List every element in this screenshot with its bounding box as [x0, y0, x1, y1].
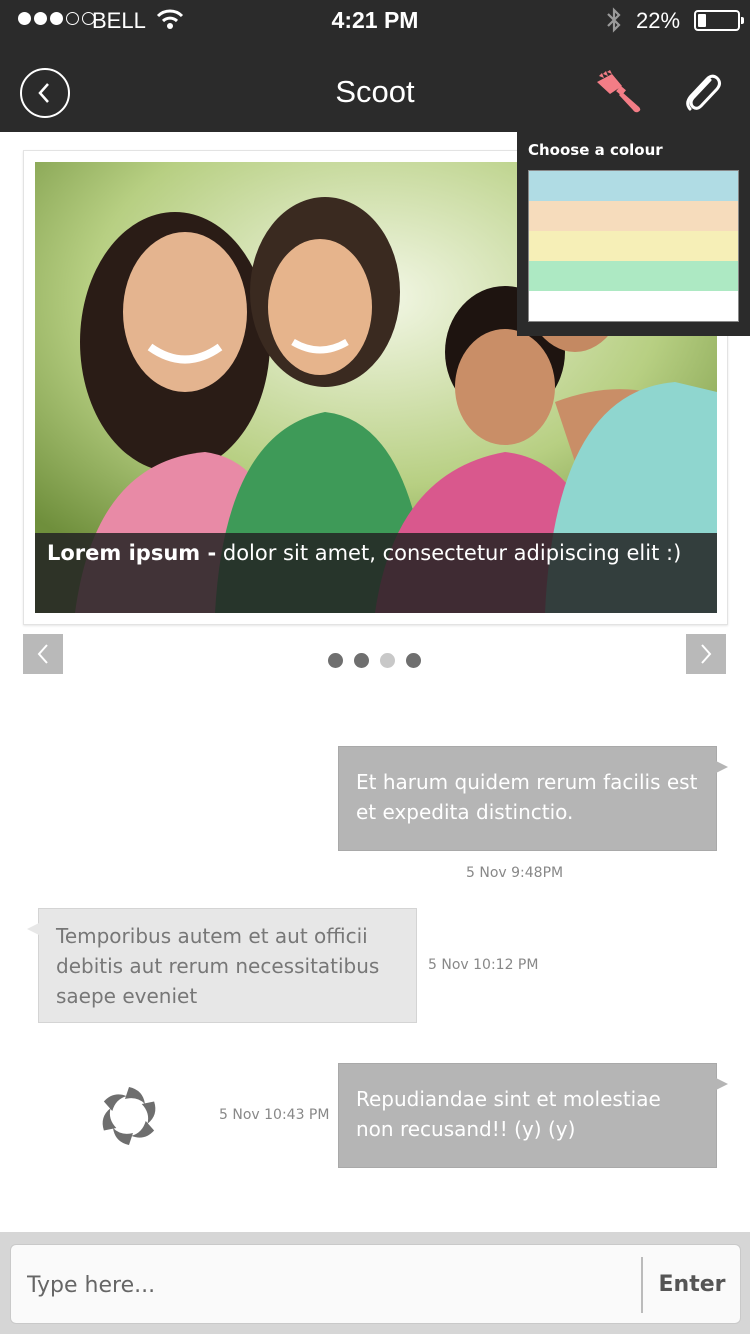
- caption-text: dolor sit amet, consectetur adipiscing e…: [216, 541, 682, 565]
- colour-swatch[interactable]: [529, 171, 738, 201]
- top-bar: BELL 4:21 PM 22% Scoot: [0, 0, 750, 132]
- bubble-tail: [716, 1078, 728, 1090]
- message-timestamp: 5 Nov 9:48PM: [466, 865, 564, 881]
- carousel-dot[interactable]: [380, 653, 395, 668]
- message-timestamp: 5 Nov 10:12 PM: [428, 957, 539, 973]
- battery-level-fill: [698, 14, 706, 27]
- carousel-dots: [328, 653, 421, 668]
- carousel-dot[interactable]: [328, 653, 343, 668]
- battery-icon: [694, 10, 744, 31]
- composer-bar: Enter: [0, 1232, 750, 1334]
- colour-swatch[interactable]: [529, 201, 738, 231]
- chevron-left-icon: [37, 644, 48, 664]
- contact-avatar-logo: [98, 1085, 160, 1151]
- message-bubble-outgoing[interactable]: Repudiandae sint et molestiae non recusa…: [338, 1063, 728, 1168]
- message-bubble-incoming[interactable]: Temporibus autem et aut officii debitis …: [27, 908, 417, 1023]
- bubble-tail: [27, 923, 39, 935]
- carousel-dot[interactable]: [406, 653, 421, 668]
- carousel-next-button[interactable]: [686, 634, 726, 674]
- colour-swatch[interactable]: [529, 261, 738, 291]
- colour-swatch-list: [528, 170, 739, 322]
- colour-chooser-title: Choose a colour: [528, 141, 663, 159]
- spiral-logo-icon: [102, 1087, 156, 1145]
- paint-brush-icon: [597, 70, 641, 113]
- attach-button[interactable]: [680, 70, 724, 118]
- colour-swatch[interactable]: [529, 231, 738, 261]
- paperclip-icon: [686, 74, 721, 111]
- enter-button[interactable]: Enter: [643, 1245, 741, 1323]
- composer-box: Enter: [10, 1244, 741, 1324]
- message-text: Temporibus autem et aut officii debitis …: [56, 924, 380, 1008]
- message-text: Et harum quidem rerum facilis est et exp…: [356, 770, 698, 824]
- carousel-prev-button[interactable]: [23, 634, 63, 674]
- bluetooth-icon: [604, 6, 624, 40]
- message-text: Repudiandae sint et molestiae non recusa…: [356, 1087, 661, 1141]
- carousel-dot[interactable]: [354, 653, 369, 668]
- bubble-tail: [716, 761, 728, 773]
- chevron-right-icon: [701, 644, 712, 664]
- colour-chooser-popover: Choose a colour: [517, 132, 750, 336]
- colour-swatch[interactable]: [529, 291, 738, 321]
- paint-brush-button[interactable]: [594, 70, 644, 118]
- caption-bold: Lorem ipsum -: [47, 541, 217, 565]
- battery-percent: 22%: [636, 8, 681, 33]
- message-timestamp: 5 Nov 10:43 PM: [219, 1107, 330, 1123]
- status-bar: BELL 4:21 PM 22%: [0, 0, 750, 42]
- photo-caption: Lorem ipsum - dolor sit amet, consectetu…: [35, 533, 717, 613]
- message-bubble-outgoing[interactable]: Et harum quidem rerum facilis est et exp…: [338, 746, 728, 851]
- message-input[interactable]: [27, 1261, 627, 1309]
